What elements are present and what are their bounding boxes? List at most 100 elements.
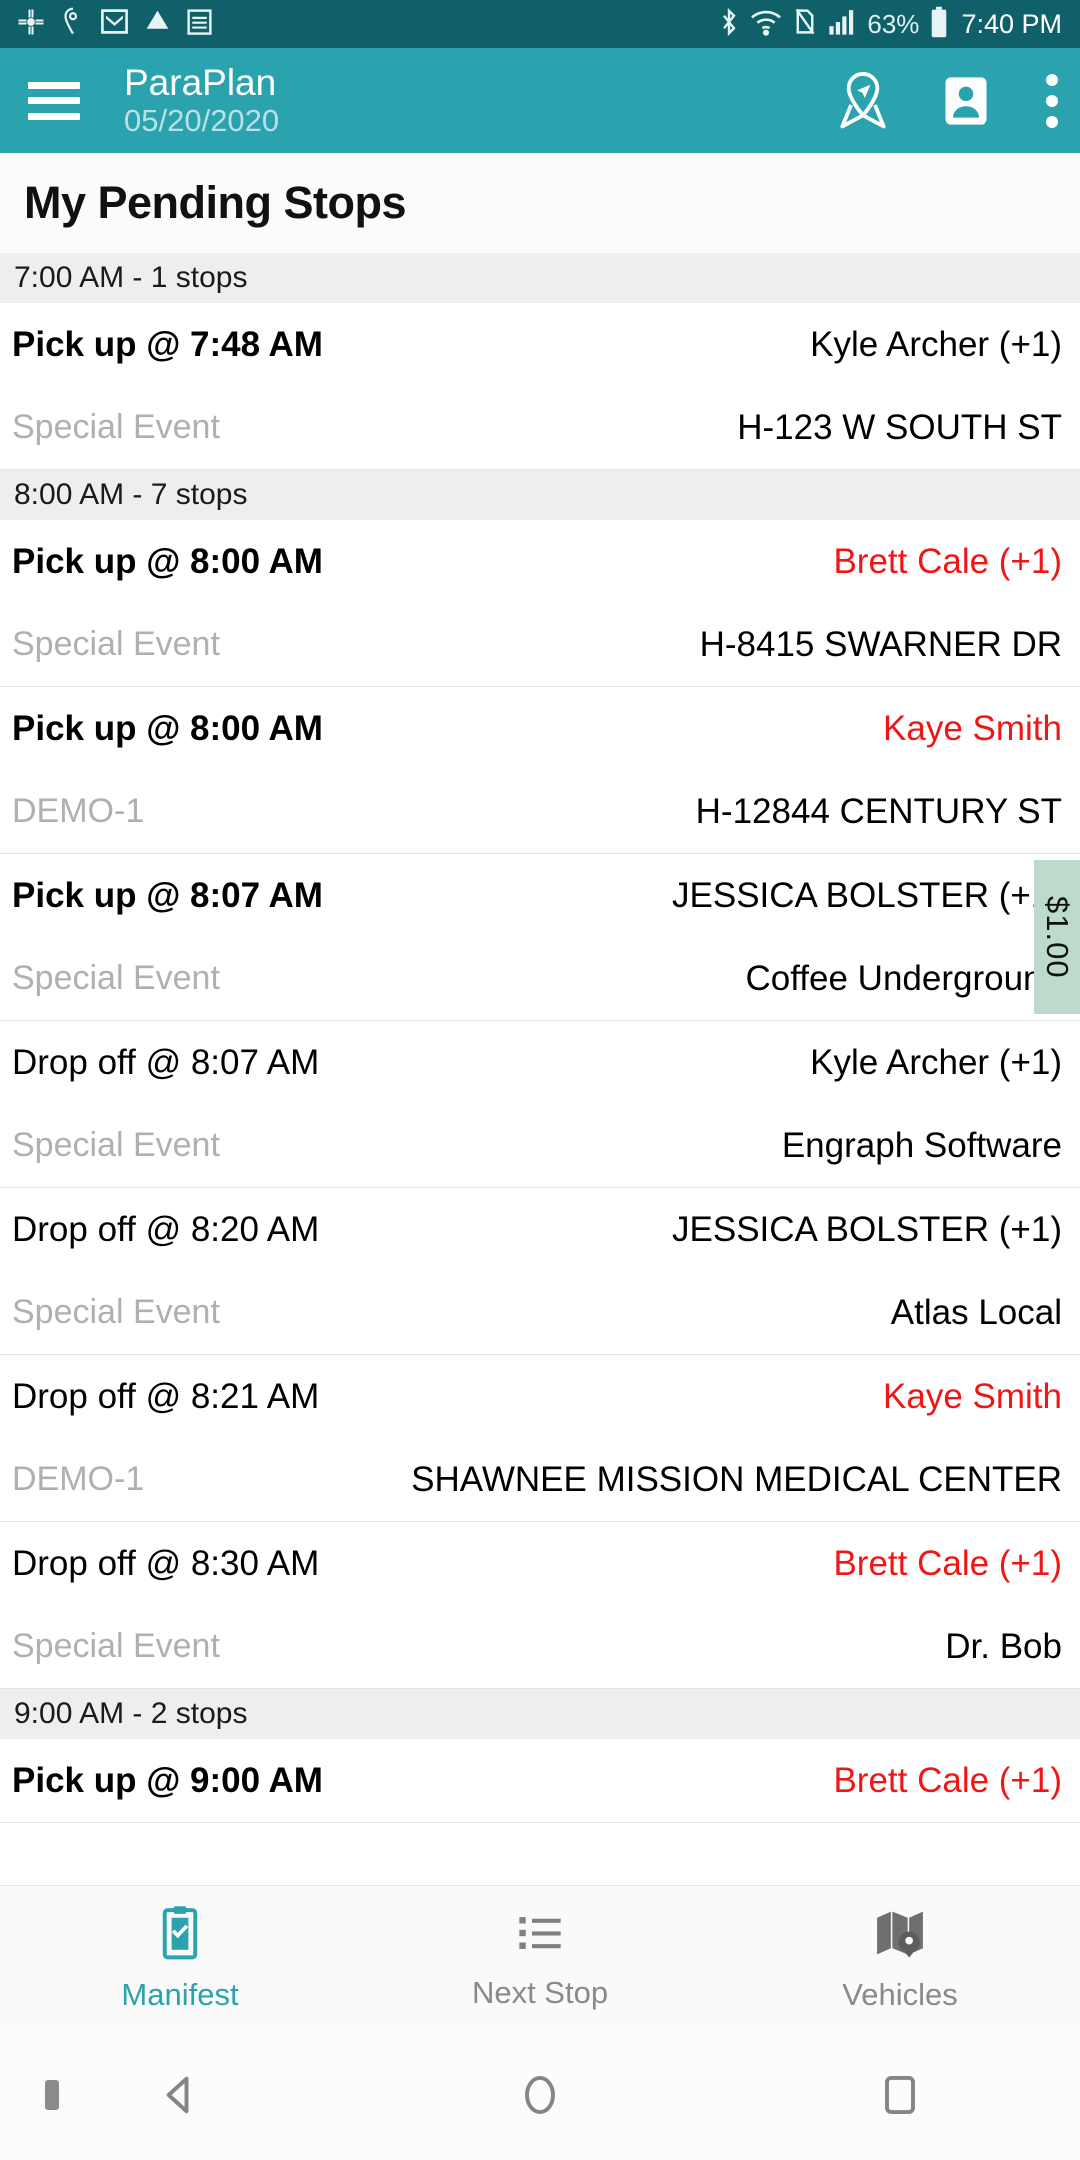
stop-rider-name: Kyle Archer (+1) xyxy=(810,324,1062,364)
bottom-nav-item-vehicles[interactable]: Vehicles xyxy=(720,1904,1080,2013)
app-bar-title-block: ParaPlan 05/20/2020 xyxy=(124,62,279,139)
fare-badge: $1.00 xyxy=(1034,860,1080,1014)
android-navigation-bar xyxy=(0,2030,1080,2160)
battery-icon xyxy=(930,6,948,43)
app-bar-date[interactable]: 05/20/2020 xyxy=(124,103,279,139)
stop-event-type: Special Event xyxy=(12,408,220,446)
signal-icon xyxy=(828,8,856,41)
stop-row[interactable]: Pick up @ 8:07 AM JESSICA BOLSTER (+1) Spe… xyxy=(0,854,1080,1021)
recents-square-icon[interactable] xyxy=(720,2069,1080,2121)
stop-action-label: Pick up @ 8:00 AM xyxy=(12,541,323,581)
drive-icon xyxy=(143,7,172,41)
stop-row[interactable]: Pick up @ 7:48 AM Kyle Archer (+1) Special… xyxy=(0,303,1080,470)
stop-location: SHAWNEE MISSION MEDICAL CENTER xyxy=(411,1459,1062,1499)
app-title: ParaPlan xyxy=(124,62,277,103)
stop-action-label: Drop off @ 8:07 AM xyxy=(12,1042,320,1082)
nav-dot-indicator xyxy=(45,2080,59,2110)
stop-location: H-8415 SWARNER DR xyxy=(699,624,1062,664)
stop-row-primary: Drop off @ 8:21 AM Kaye Smith xyxy=(0,1355,1080,1438)
stop-location: H-12844 CENTURY ST xyxy=(695,791,1062,831)
stop-location: Coffee Underground xyxy=(745,958,1062,998)
stop-event-type: DEMO-1 xyxy=(12,792,145,830)
stop-location: Engraph Software xyxy=(781,1125,1062,1165)
bottom-nav-label: Vehicles xyxy=(842,1976,958,2012)
stop-event-type: DEMO-1 xyxy=(12,1460,145,1498)
no-sim-icon xyxy=(793,7,817,41)
slack-icon xyxy=(16,7,46,42)
stop-location: Dr. Bob xyxy=(945,1626,1062,1666)
stop-event-type: Special Event xyxy=(12,959,220,997)
bluetooth-icon xyxy=(719,7,739,42)
group-header: 8:00 AM - 7 stops xyxy=(0,470,1080,520)
stop-action-label: Drop off @ 8:21 AM xyxy=(12,1376,320,1416)
clipboard-check-icon xyxy=(153,1904,207,1967)
stop-event-type: Special Event xyxy=(12,1126,220,1164)
stop-action-label: Pick up @ 9:00 AM xyxy=(12,1760,323,1800)
stop-row[interactable]: Drop off @ 8:20 AM JESSICA BOLSTER (+1) Sp… xyxy=(0,1188,1080,1355)
stop-rider-name: Brett Cale (+1) xyxy=(833,541,1062,581)
bottom-nav-item-manifest[interactable]: Manifest xyxy=(0,1904,360,2013)
app-bar-actions xyxy=(828,66,1058,136)
contact-card-icon[interactable] xyxy=(936,71,996,131)
pending-stops-list[interactable]: 7:00 AM - 1 stops Pick up @ 7:48 AM Kyle A… xyxy=(0,253,1080,1823)
group-header: 9:00 AM - 2 stops xyxy=(0,1689,1080,1739)
stop-action-label: Pick up @ 7:48 AM xyxy=(12,324,323,364)
stop-row-primary: Pick up @ 8:07 AM JESSICA BOLSTER (+1) xyxy=(0,854,1080,937)
stop-row-primary: Drop off @ 8:20 AM JESSICA BOLSTER (+1) xyxy=(0,1188,1080,1271)
stop-location: Atlas Local xyxy=(890,1292,1062,1332)
stop-action-label: Drop off @ 8:30 AM xyxy=(12,1543,320,1583)
home-circle-icon[interactable] xyxy=(360,2069,720,2121)
status-bar-clock: 7:40 PM xyxy=(961,8,1062,39)
stop-rider-name: Kaye Smith xyxy=(883,708,1062,748)
stop-row[interactable]: Drop off @ 8:30 AM Brett Cale (+1) Special… xyxy=(0,1522,1080,1689)
stop-row[interactable]: Drop off @ 8:21 AM Kaye Smith DEMO-1 SHAWNE… xyxy=(0,1355,1080,1522)
status-bar-system-icons: 63% 7:40 PM xyxy=(719,6,1062,43)
battery-percent-label: 63% xyxy=(867,8,920,39)
stop-row-secondary: Special Event Dr. Bob xyxy=(0,1605,1080,1688)
wifi-icon xyxy=(750,8,782,41)
stop-event-type: Special Event xyxy=(12,1293,220,1331)
stop-row-primary: Pick up @ 7:48 AM Kyle Archer (+1) xyxy=(0,303,1080,386)
stop-rider-name: Kaye Smith xyxy=(883,1376,1062,1416)
gmail-icon xyxy=(100,7,129,41)
overflow-menu-icon[interactable] xyxy=(1034,73,1058,128)
stop-action-label: Pick up @ 8:07 AM xyxy=(12,875,323,915)
stop-row-secondary: DEMO-1 H-12844 CENTURY ST xyxy=(0,770,1080,853)
bottom-nav-label: Manifest xyxy=(121,1976,239,2012)
stop-row-secondary: Special Event Engraph Software xyxy=(0,1104,1080,1187)
stop-event-type: Special Event xyxy=(12,1627,220,1665)
stop-row-primary: Pick up @ 8:00 AM Brett Cale (+1) xyxy=(0,520,1080,603)
sheets-icon xyxy=(186,7,213,41)
stop-action-label: Drop off @ 8:20 AM xyxy=(12,1209,320,1249)
stop-row-primary: Drop off @ 8:30 AM Brett Cale (+1) xyxy=(0,1522,1080,1605)
stop-location: H-123 W SOUTH ST xyxy=(737,407,1062,447)
stop-row-primary: Drop off @ 8:07 AM Kyle Archer (+1) xyxy=(0,1021,1080,1104)
stop-rider-name: Brett Cale (+1) xyxy=(833,1760,1062,1800)
navigation-pin-icon[interactable] xyxy=(828,66,898,136)
app-bar: ParaPlan 05/20/2020 xyxy=(0,48,1080,153)
hamburger-menu-icon[interactable] xyxy=(28,81,80,120)
stop-row-primary: Pick up @ 9:00 AM Brett Cale (+1) xyxy=(0,1739,1080,1822)
stop-row-secondary: Special Event Coffee Underground xyxy=(0,937,1080,1020)
stop-row[interactable]: Pick up @ 8:00 AM Kaye Smith DEMO-1 H-12844… xyxy=(0,687,1080,854)
bottom-nav-item-next-stop[interactable]: Next Stop xyxy=(360,1906,720,2011)
stop-row[interactable]: Pick up @ 9:00 AM Brett Cale (+1) xyxy=(0,1739,1080,1823)
bottom-navigation: Manifest Next Stop Vehicles xyxy=(0,1885,1080,2030)
stop-row-secondary: DEMO-1 SHAWNEE MISSION MEDICAL CENTER xyxy=(0,1438,1080,1521)
bottom-nav-label: Next Stop xyxy=(471,1974,609,2010)
map-pin-icon xyxy=(872,1904,928,1967)
stop-row-secondary: Special Event H-123 W SOUTH ST xyxy=(0,386,1080,469)
status-bar: 63% 7:40 PM xyxy=(0,0,1080,48)
stop-row-primary: Pick up @ 8:00 AM Kaye Smith xyxy=(0,687,1080,770)
location-icon xyxy=(60,7,86,42)
stop-rider-name: JESSICA BOLSTER (+1) xyxy=(672,875,1062,915)
stop-event-type: Special Event xyxy=(12,625,220,663)
status-bar-notification-icons xyxy=(16,7,213,42)
stop-rider-name: Kyle Archer (+1) xyxy=(810,1042,1062,1082)
stop-row[interactable]: Drop off @ 8:07 AM Kyle Archer (+1) Specia… xyxy=(0,1021,1080,1188)
stop-action-label: Pick up @ 8:00 AM xyxy=(12,708,323,748)
stop-row[interactable]: Pick up @ 8:00 AM Brett Cale (+1) Special … xyxy=(0,520,1080,687)
stop-row-secondary: Special Event Atlas Local xyxy=(0,1271,1080,1354)
stop-rider-name: Brett Cale (+1) xyxy=(833,1543,1062,1583)
fare-amount: $1.00 xyxy=(1040,895,1075,979)
